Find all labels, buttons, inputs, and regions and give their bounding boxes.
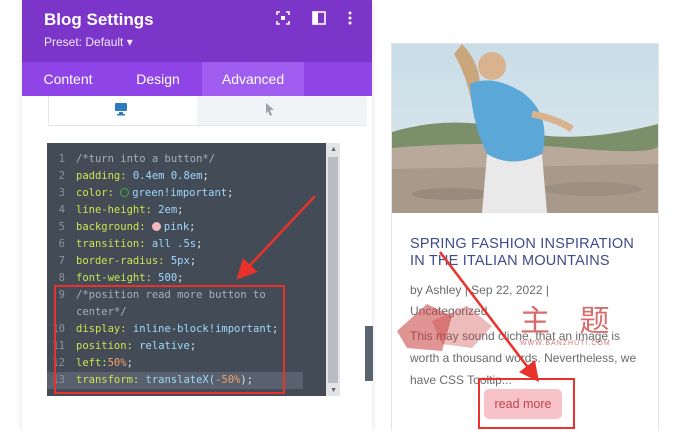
post-title-link[interactable]: SPRING FASHION INSPIRATION IN THE ITALIA… [410,236,650,270]
panel-title: Blog Settings [44,10,154,29]
line-number: 4 [58,204,65,216]
tab-content[interactable]: Content [22,62,114,96]
code-line: 5 background: pink; [47,219,325,236]
code-text: padding: 0.4em 0.8em; [76,170,209,182]
scroll-down-icon[interactable]: ▼ [330,387,337,394]
code-text: /*turn into a button*/ [76,153,216,165]
line-number: 6 [58,238,65,250]
code-line: 6 transition: all .5s; [47,236,325,253]
panel-header: Blog Settings Preset: Default ▾ [22,0,372,62]
line-number: 5 [58,221,65,233]
read-more-highlight-box [478,378,575,429]
post-featured-image[interactable] [392,44,658,213]
code-line: 7 border-radius: 5px; [47,253,325,270]
line-number: 3 [58,187,65,199]
preset-dropdown[interactable]: Preset: Default ▾ [44,35,133,49]
more-options-icon[interactable] [342,10,360,28]
tab-advanced[interactable]: Advanced [202,62,304,96]
code-text: line-height: 2em; [76,204,184,216]
post-meta-line[interactable]: by Ashley | Sep 22, 2022 | [410,280,650,301]
panel-resize-handle[interactable] [365,326,373,381]
device-hover-tab[interactable] [197,96,367,125]
line-number: 1 [58,153,65,165]
tab-design[interactable]: Design [114,62,202,96]
code-text: transition: all .5s; [76,238,203,250]
position-code-highlight-box [54,285,285,394]
code-text: background: pink; [76,221,196,233]
scroll-up-icon[interactable]: ▲ [330,146,337,153]
code-text: border-radius: 5px; [76,255,197,267]
scrollbar-thumb[interactable] [328,157,338,383]
settings-tabs: Content Design Advanced [22,62,372,96]
line-number: 2 [58,170,65,182]
blog-post-card: SPRING FASHION INSPIRATION IN THE ITALIA… [391,43,659,431]
device-toggle [48,96,367,126]
code-text: color: green!important; [76,187,234,199]
editor-scrollbar[interactable]: ▲ ▼ [326,143,340,396]
code-line: 3 color: green!important; [47,185,325,202]
focus-icon[interactable] [275,10,293,28]
code-line: 2 padding: 0.4em 0.8em; [47,168,325,185]
color-swatch-icon [151,222,161,231]
line-number: 7 [58,255,65,267]
split-view-icon[interactable] [311,10,329,28]
color-swatch-icon [120,188,130,197]
post-category-link[interactable]: Uncategorized [410,301,650,322]
hover-cursor-icon [266,103,274,116]
device-desktop-tab[interactable] [49,96,197,125]
code-line: 4 line-height: 2em; [47,202,325,219]
post-meta: by Ashley | Sep 22, 2022 | Uncategorized [410,280,650,322]
code-line: 1 /*turn into a button*/ [47,151,325,168]
desktop-icon [115,103,127,116]
